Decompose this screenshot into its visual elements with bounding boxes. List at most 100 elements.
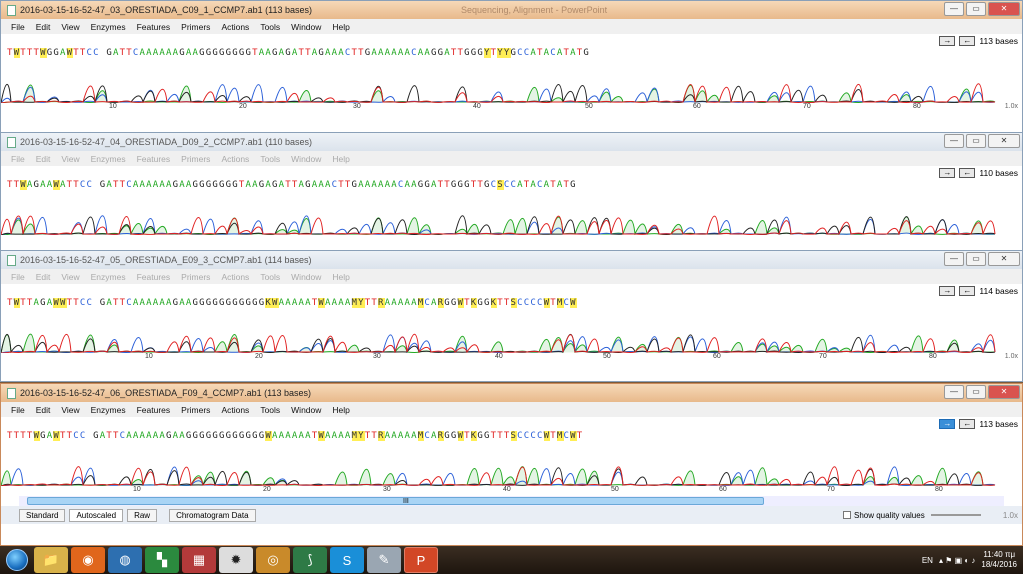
menu-edit[interactable]: Edit bbox=[36, 405, 51, 415]
close-button[interactable]: ✕ bbox=[988, 134, 1020, 148]
chromatogram-trace[interactable] bbox=[1, 193, 1022, 235]
prev-arrow-button[interactable]: ← bbox=[959, 286, 976, 296]
menu-features[interactable]: Features bbox=[137, 272, 171, 282]
minimize-button[interactable]: — bbox=[944, 252, 964, 266]
sequence-line[interactable]: TTWAGAAWATTCC GATTCAAAAAAGAAGGGGGGGTAAGA… bbox=[1, 180, 1022, 193]
menu-edit[interactable]: Edit bbox=[36, 154, 51, 164]
chromatogram-trace[interactable] bbox=[1, 61, 1022, 103]
menu-help[interactable]: Help bbox=[332, 22, 349, 32]
maximize-button[interactable]: ▭ bbox=[966, 134, 986, 148]
chromas-icon[interactable]: ▚ bbox=[145, 547, 179, 573]
menu-enzymes[interactable]: Enzymes bbox=[91, 272, 126, 282]
close-button[interactable]: ✕ bbox=[988, 2, 1020, 16]
menu-enzymes[interactable]: Enzymes bbox=[91, 22, 126, 32]
start-button[interactable] bbox=[0, 547, 34, 573]
menu-view[interactable]: View bbox=[61, 22, 79, 32]
menu-view[interactable]: View bbox=[61, 272, 79, 282]
next-arrow-button[interactable]: → bbox=[939, 36, 956, 46]
menu-actions[interactable]: Actions bbox=[221, 22, 249, 32]
menu-actions[interactable]: Actions bbox=[221, 405, 249, 415]
window-titlebar[interactable]: 2016-03-15-16-52-47_06_ORESTIADA_F09_4_C… bbox=[1, 384, 1022, 402]
sequence-line[interactable]: TTTTWGAWTTCC GATTCAAAAAAGAAGGGGGGGGGGGGW… bbox=[1, 431, 1022, 444]
menu-window[interactable]: Window bbox=[291, 272, 321, 282]
maximize-button[interactable]: ▭ bbox=[966, 385, 986, 399]
language-indicator[interactable]: EN bbox=[922, 556, 933, 565]
app-icon[interactable]: ▦ bbox=[182, 547, 216, 573]
menu-help[interactable]: Help bbox=[332, 405, 349, 415]
prev-arrow-button[interactable]: ← bbox=[959, 168, 976, 178]
menu-tools[interactable]: Tools bbox=[260, 272, 280, 282]
chromatogram-data-button[interactable]: Chromatogram Data bbox=[169, 508, 256, 522]
minimize-button[interactable]: — bbox=[944, 134, 964, 148]
menu-view[interactable]: View bbox=[61, 154, 79, 164]
sequence-line[interactable]: TWTTAGAWWTTCC GATTCAAAAAAGAAGGGGGGGGGGGK… bbox=[1, 298, 1022, 311]
menu-primers[interactable]: Primers bbox=[181, 22, 210, 32]
chromatogram-trace[interactable] bbox=[1, 444, 1022, 486]
chromatogram-window-2[interactable]: 2016-03-15-16-52-47_04_ORESTIADA_D09_2_C… bbox=[0, 132, 1023, 252]
horizontal-scrollbar[interactable]: III bbox=[19, 496, 1004, 506]
window-title: 2016-03-15-16-52-47_04_ORESTIADA_D09_2_C… bbox=[20, 137, 313, 147]
menu-window[interactable]: Window bbox=[291, 22, 321, 32]
menu-primers[interactable]: Primers bbox=[181, 405, 210, 415]
window-titlebar[interactable]: 2016-03-15-16-52-47_05_ORESTIADA_E09_3_C… bbox=[1, 251, 1022, 269]
menu-file[interactable]: File bbox=[11, 154, 25, 164]
next-arrow-button[interactable]: → bbox=[939, 419, 956, 429]
menu-file[interactable]: File bbox=[11, 405, 25, 415]
menu-primers[interactable]: Primers bbox=[181, 272, 210, 282]
menu-features[interactable]: Features bbox=[137, 405, 171, 415]
tab-raw[interactable]: Raw bbox=[127, 508, 158, 522]
menu-actions[interactable]: Actions bbox=[221, 154, 249, 164]
tab-standard[interactable]: Standard bbox=[19, 508, 66, 522]
grid-icon[interactable]: ✹ bbox=[219, 547, 253, 573]
show-quality-checkbox[interactable] bbox=[843, 511, 851, 519]
vector-icon[interactable]: ✎ bbox=[367, 547, 401, 573]
tab-autoscaled[interactable]: Autoscaled bbox=[69, 508, 124, 522]
menu-window[interactable]: Window bbox=[291, 405, 321, 415]
menu-features[interactable]: Features bbox=[137, 154, 171, 164]
scrollbar-thumb[interactable]: III bbox=[27, 497, 764, 505]
menu-view[interactable]: View bbox=[61, 405, 79, 415]
menu-tools[interactable]: Tools bbox=[260, 154, 280, 164]
skype-icon[interactable]: S bbox=[330, 547, 364, 573]
dna-icon[interactable]: ⟆ bbox=[293, 547, 327, 573]
menu-primers[interactable]: Primers bbox=[181, 154, 210, 164]
menu-features[interactable]: Features bbox=[137, 22, 171, 32]
menu-edit[interactable]: Edit bbox=[36, 22, 51, 32]
menu-enzymes[interactable]: Enzymes bbox=[91, 154, 126, 164]
powerpoint-icon[interactable]: P bbox=[404, 547, 438, 573]
maximize-button[interactable]: ▭ bbox=[966, 252, 986, 266]
chromatogram-trace[interactable] bbox=[1, 311, 1022, 353]
zoom-slider[interactable] bbox=[931, 514, 981, 516]
clock[interactable]: 11:40 πμ 18/4/2016 bbox=[981, 550, 1017, 570]
tray-icons[interactable]: ▴ ⚑ ▣ ◐ ♪ bbox=[939, 556, 975, 565]
menu-window[interactable]: Window bbox=[291, 154, 321, 164]
window-titlebar[interactable]: 2016-03-15-16-52-47_03_ORESTIADA_C09_1_C… bbox=[1, 1, 1022, 19]
firefox-icon[interactable]: ◉ bbox=[71, 547, 105, 573]
window-titlebar[interactable]: 2016-03-15-16-52-47_04_ORESTIADA_D09_2_C… bbox=[1, 133, 1022, 151]
folder-icon[interactable]: 📁 bbox=[34, 547, 68, 573]
menu-file[interactable]: File bbox=[11, 22, 25, 32]
menu-help[interactable]: Help bbox=[332, 272, 349, 282]
chromatogram-window-4[interactable]: 2016-03-15-16-52-47_06_ORESTIADA_F09_4_C… bbox=[0, 383, 1023, 546]
close-button[interactable]: ✕ bbox=[988, 385, 1020, 399]
minimize-button[interactable]: — bbox=[944, 385, 964, 399]
prev-arrow-button[interactable]: ← bbox=[959, 36, 976, 46]
maximize-button[interactable]: ▭ bbox=[966, 2, 986, 16]
menu-help[interactable]: Help bbox=[332, 154, 349, 164]
next-arrow-button[interactable]: → bbox=[939, 286, 956, 296]
next-arrow-button[interactable]: → bbox=[939, 168, 956, 178]
menu-file[interactable]: File bbox=[11, 272, 25, 282]
chromatogram-window-1[interactable]: 2016-03-15-16-52-47_03_ORESTIADA_C09_1_C… bbox=[0, 0, 1023, 138]
menu-edit[interactable]: Edit bbox=[36, 272, 51, 282]
prev-arrow-button[interactable]: ← bbox=[959, 419, 976, 429]
sequence-line[interactable]: TWTTTWGGAWTTCC GATTCAAAAAAGAAGGGGGGGGTAA… bbox=[1, 48, 1022, 61]
minimize-button[interactable]: — bbox=[944, 2, 964, 16]
chromatogram-window-3[interactable]: 2016-03-15-16-52-47_05_ORESTIADA_E09_3_C… bbox=[0, 250, 1023, 382]
close-button[interactable]: ✕ bbox=[988, 252, 1020, 266]
menu-enzymes[interactable]: Enzymes bbox=[91, 405, 126, 415]
menu-tools[interactable]: Tools bbox=[260, 22, 280, 32]
network-icon[interactable]: ◍ bbox=[108, 547, 142, 573]
shell-icon[interactable]: ◎ bbox=[256, 547, 290, 573]
menu-actions[interactable]: Actions bbox=[221, 272, 249, 282]
menu-tools[interactable]: Tools bbox=[260, 405, 280, 415]
